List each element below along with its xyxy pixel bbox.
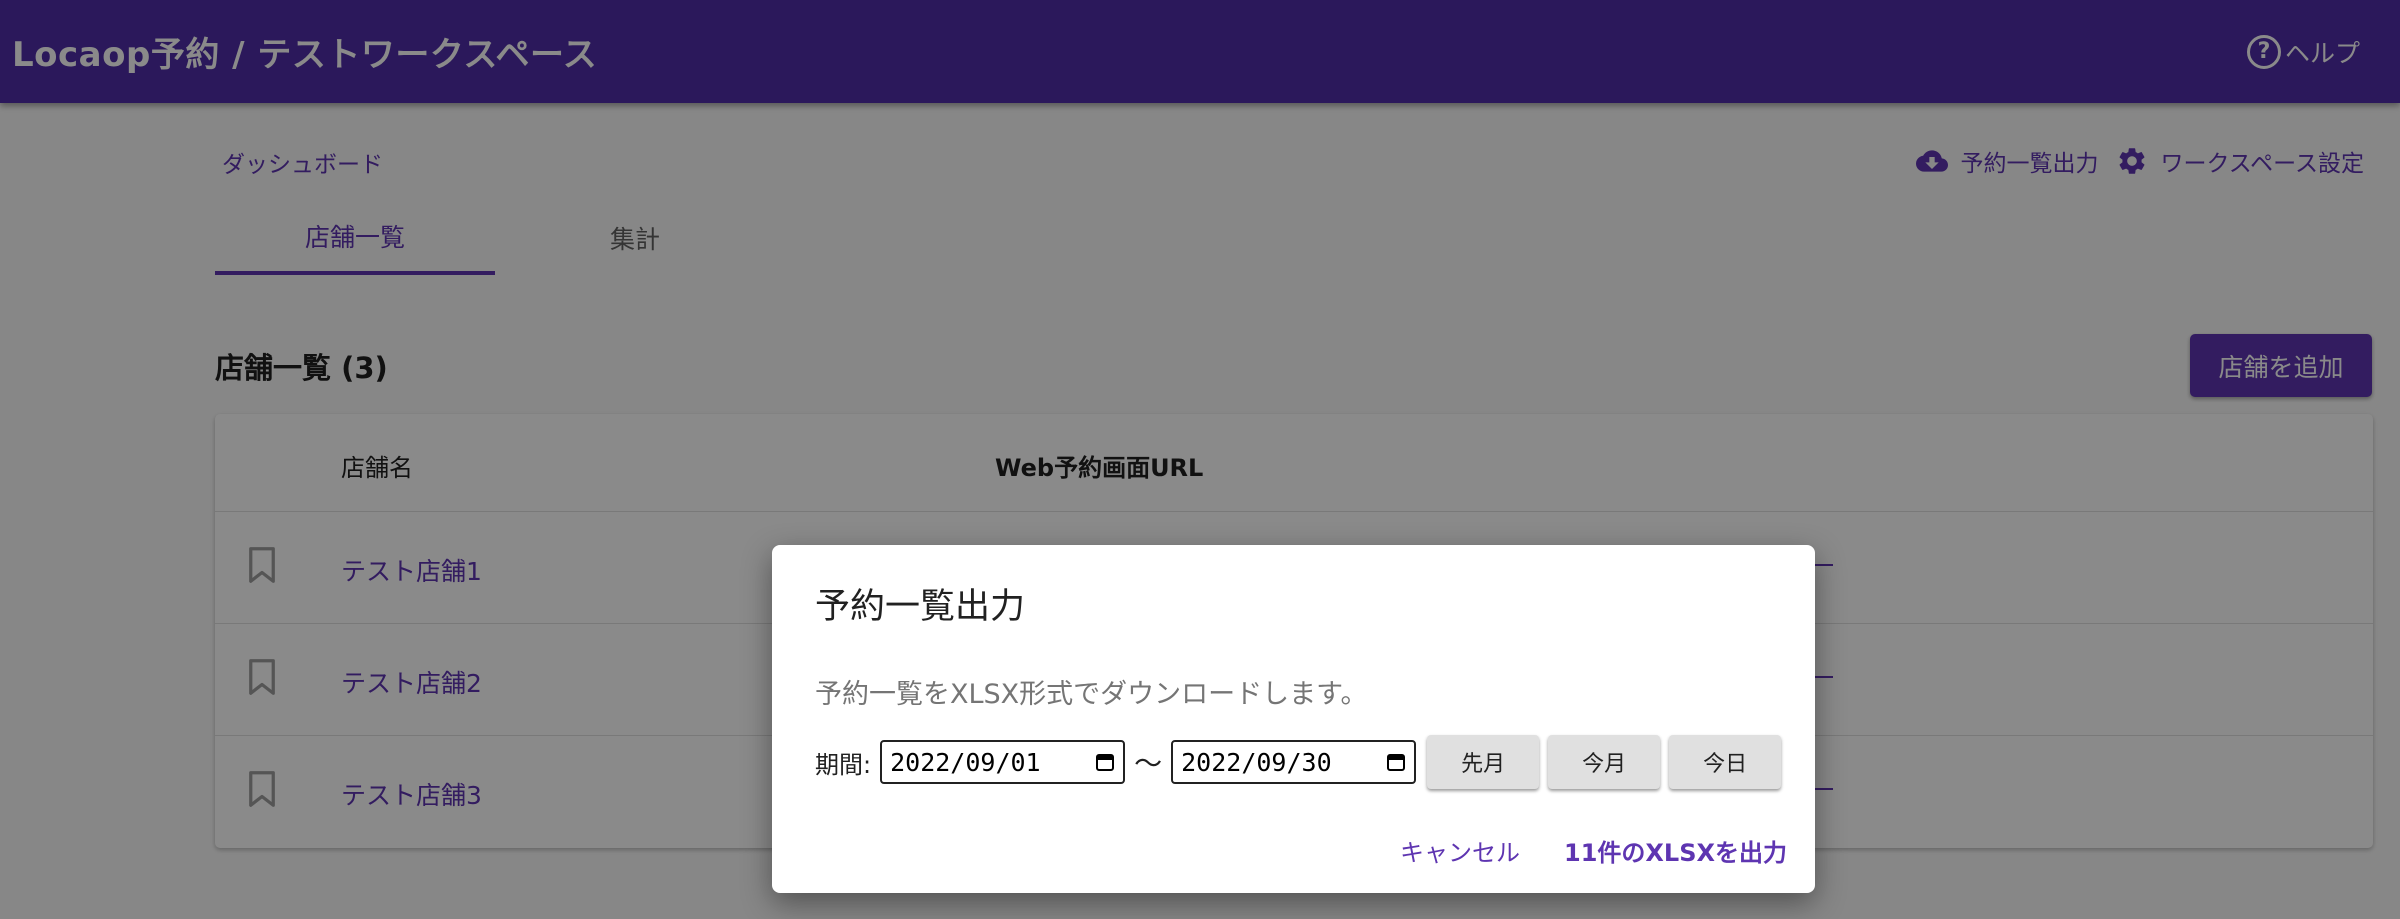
end-date-value: 2022/09/30	[1181, 747, 1332, 777]
cancel-button[interactable]: キャンセル	[1400, 833, 1520, 868]
dialog-actions: キャンセル 11件のXLSXを出力	[1400, 833, 1787, 868]
last-month-button[interactable]: 先月	[1427, 735, 1540, 789]
calendar-icon[interactable]	[1095, 752, 1115, 772]
period-row: 期間: 2022/09/01 〜 2022/09/30 先月 今月 今日	[815, 735, 1782, 789]
export-dialog: 予約一覧出力 予約一覧をXLSX形式でダウンロードします。 期間: 2022/0…	[772, 545, 1815, 893]
end-date-input[interactable]: 2022/09/30	[1171, 740, 1417, 784]
date-range-separator: 〜	[1134, 747, 1163, 780]
dialog-description: 予約一覧をXLSX形式でダウンロードします。	[815, 679, 1368, 710]
calendar-icon[interactable]	[1386, 752, 1406, 772]
start-date-input[interactable]: 2022/09/01	[880, 740, 1126, 784]
dialog-title: 予約一覧出力	[815, 587, 1026, 627]
today-button[interactable]: 今日	[1669, 735, 1782, 789]
this-month-button[interactable]: 今月	[1548, 735, 1661, 789]
period-label: 期間:	[815, 750, 872, 779]
start-date-value: 2022/09/01	[890, 747, 1041, 777]
export-xlsx-button[interactable]: 11件のXLSXを出力	[1564, 833, 1787, 868]
